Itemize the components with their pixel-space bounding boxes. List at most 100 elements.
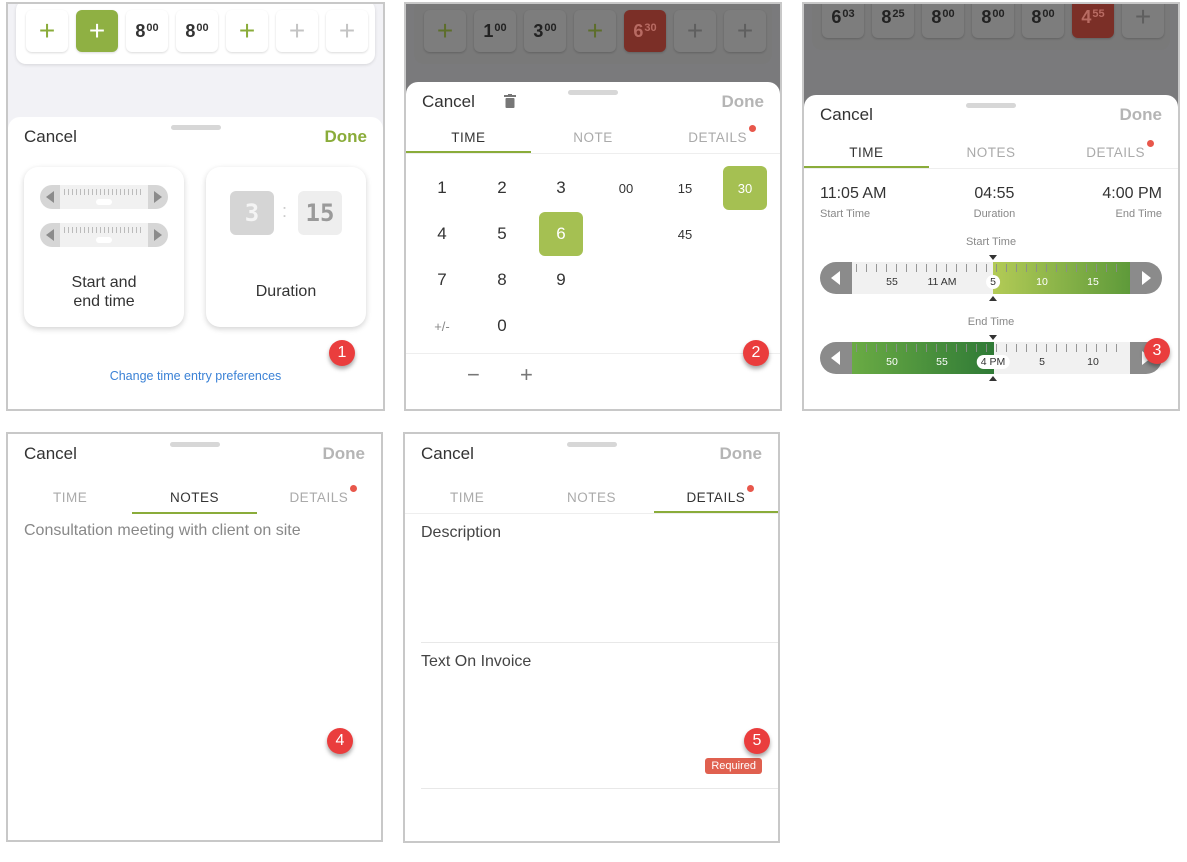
- bottom-sheet: Cancel Done TIME NOTE DETAILS 1 2 3 4 5 …: [406, 82, 780, 409]
- trash-icon[interactable]: [504, 94, 516, 108]
- cancel-button[interactable]: Cancel: [820, 105, 873, 125]
- key-4[interactable]: 4: [420, 212, 464, 256]
- tick-label: 10: [1087, 356, 1099, 368]
- tab-note[interactable]: NOTE: [531, 122, 656, 153]
- tab-details[interactable]: DETAILS: [257, 482, 381, 514]
- day-hours-over[interactable]: 6 30: [624, 10, 666, 52]
- key-3[interactable]: 3: [539, 166, 583, 210]
- day-hours[interactable]: 3 00: [524, 10, 566, 52]
- alert-dot-icon: [747, 485, 755, 492]
- key-8[interactable]: 8: [480, 258, 524, 302]
- day-hours[interactable]: 8 00: [972, 4, 1014, 38]
- decrement-button[interactable]: −: [467, 362, 480, 388]
- week-strip: + + 8 00 8 00 + + +: [16, 4, 375, 64]
- day-add-button-disabled: +: [724, 10, 766, 52]
- day-add-button-active[interactable]: +: [76, 10, 118, 52]
- bottom-sheet: Cancel Done Start and end time 3 : 15 Dur…: [8, 117, 383, 409]
- done-button[interactable]: Done: [325, 127, 368, 147]
- tab-details[interactable]: DETAILS: [653, 482, 778, 513]
- tick-label: 50: [886, 356, 898, 368]
- key-1[interactable]: 1: [420, 166, 464, 210]
- tab-bar: TIME NOTES DETAILS: [804, 137, 1178, 169]
- cancel-button[interactable]: Cancel: [24, 444, 77, 464]
- key-minutes-30-selected[interactable]: 30: [723, 166, 767, 210]
- keypad-panel: + 1 00 3 00 + 6 30 + + Cancel Done TIME NOT…: [404, 2, 782, 411]
- stepper: − +: [406, 354, 780, 396]
- description-field[interactable]: Description: [421, 514, 778, 643]
- day-hours[interactable]: 8 00: [922, 4, 964, 38]
- tick-label: 5: [1039, 356, 1045, 368]
- start-time-ruler[interactable]: 55 11 AM 5 10 15: [820, 255, 1162, 301]
- day-add-button-disabled: +: [1122, 4, 1164, 38]
- increment-button[interactable]: +: [520, 362, 533, 388]
- key-9[interactable]: 9: [539, 258, 583, 302]
- text-on-invoice-field[interactable]: Text On Invoice Required: [421, 643, 778, 789]
- done-button[interactable]: Done: [1120, 105, 1163, 125]
- current-value: 4 PM: [976, 355, 1010, 369]
- tab-bar: TIME NOTE DETAILS: [406, 122, 780, 154]
- day-add-button[interactable]: +: [226, 10, 268, 52]
- notes-panel: Cancel Done TIME NOTES DETAILS Consultat…: [6, 432, 383, 842]
- day-add-button[interactable]: +: [26, 10, 68, 52]
- preferences-link[interactable]: Change time entry preferences: [8, 369, 383, 383]
- done-button[interactable]: Done: [722, 92, 765, 112]
- tab-time[interactable]: TIME: [405, 482, 529, 513]
- step-badge: 5: [744, 728, 770, 754]
- colon-icon: :: [282, 201, 288, 221]
- step-badge: 4: [327, 728, 353, 754]
- day-hours[interactable]: 1 00: [474, 10, 516, 52]
- day-hours[interactable]: 6 03: [822, 4, 864, 38]
- end-time-ruler[interactable]: 50 55 4 PM 5 10: [820, 335, 1162, 381]
- hours-value: 8: [185, 20, 196, 41]
- hours-value: 8: [135, 20, 146, 41]
- key-2[interactable]: 2: [480, 166, 524, 210]
- key-7[interactable]: 7: [420, 258, 464, 302]
- ruler-icon: [40, 185, 168, 209]
- keypad: 1 2 3 4 5 6 7 8 9 +/- 0 00 15 30 45: [406, 154, 780, 354]
- tab-notes[interactable]: NOTES: [529, 482, 653, 513]
- day-hours[interactable]: 8 00: [126, 10, 168, 52]
- key-minutes-15[interactable]: 15: [663, 166, 707, 210]
- details-panel: Cancel Done TIME NOTES DETAILS Descripti…: [403, 432, 780, 843]
- day-add-button[interactable]: +: [424, 10, 466, 52]
- current-value: 5: [986, 275, 1000, 289]
- tab-details[interactable]: DETAILS: [655, 122, 780, 153]
- ruler-left-arrow-icon[interactable]: [831, 351, 840, 365]
- ruler-left-arrow-icon[interactable]: [831, 271, 840, 285]
- day-hours-over[interactable]: 4 55: [1072, 4, 1114, 38]
- done-button[interactable]: Done: [720, 444, 763, 464]
- key-5[interactable]: 5: [480, 212, 524, 256]
- start-end-time-card[interactable]: Start and end time: [24, 167, 184, 327]
- cancel-button[interactable]: Cancel: [421, 444, 474, 464]
- duration-card[interactable]: 3 : 15 Duration: [206, 167, 366, 327]
- key-minutes-45[interactable]: 45: [663, 212, 707, 256]
- day-add-button[interactable]: +: [574, 10, 616, 52]
- tab-bar: TIME NOTES DETAILS: [8, 482, 381, 514]
- key-plus-minus[interactable]: +/-: [420, 304, 464, 348]
- key-6-selected[interactable]: 6: [539, 212, 583, 256]
- tab-time[interactable]: TIME: [8, 482, 132, 514]
- day-hours[interactable]: 8 00: [176, 10, 218, 52]
- tab-details[interactable]: DETAILS: [1053, 137, 1178, 168]
- day-hours[interactable]: 8 00: [1022, 4, 1064, 38]
- alert-dot-icon: [749, 125, 757, 132]
- key-0[interactable]: 0: [480, 304, 524, 348]
- day-hours[interactable]: 8 25: [872, 4, 914, 38]
- tab-time[interactable]: TIME: [804, 137, 929, 168]
- key-minutes-00[interactable]: 00: [604, 166, 648, 210]
- cancel-button[interactable]: Cancel: [24, 127, 77, 147]
- cancel-button[interactable]: Cancel: [422, 92, 475, 112]
- tab-time[interactable]: TIME: [406, 122, 531, 153]
- marker-icon: [989, 255, 997, 260]
- tab-notes[interactable]: NOTES: [132, 482, 257, 514]
- end-time-summary: 4:00 PM End Time: [1102, 185, 1162, 220]
- ruler-right-arrow-icon[interactable]: [1142, 271, 1151, 285]
- marker-icon: [989, 376, 997, 381]
- notes-textarea[interactable]: Consultation meeting with client on site: [8, 514, 381, 548]
- step-badge: 2: [743, 340, 769, 366]
- tab-notes[interactable]: NOTES: [929, 137, 1054, 168]
- done-button[interactable]: Done: [323, 444, 366, 464]
- week-strip: + 1 00 3 00 + 6 30 + +: [414, 4, 772, 64]
- tick-label: 11 AM: [927, 276, 957, 288]
- marker-icon: [989, 335, 997, 340]
